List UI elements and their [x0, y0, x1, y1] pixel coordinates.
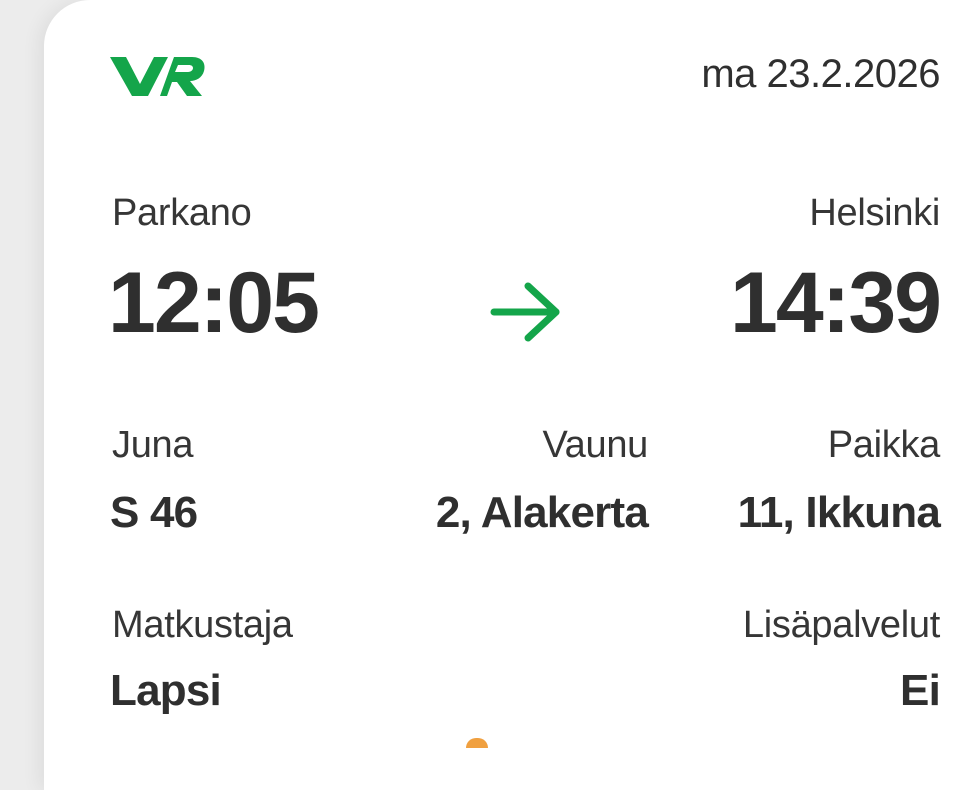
car-value: 2, Alakerta — [435, 488, 649, 537]
travel-date: ma 23.2.2026 — [701, 52, 940, 96]
seat-label: Paikka — [827, 424, 941, 466]
departure-time: 12:05 — [108, 255, 320, 351]
seat-value: 11, Ikkuna — [737, 488, 941, 537]
to-station: Helsinki — [809, 192, 940, 234]
arrow-right-icon — [490, 282, 560, 342]
extras-value: Ei — [900, 666, 941, 715]
arrival-time: 14:39 — [730, 255, 942, 351]
vr-logo — [110, 57, 205, 96]
car-label: Vaunu — [542, 424, 648, 466]
passenger-value: Lapsi — [110, 666, 222, 715]
from-station: Parkano — [112, 192, 252, 234]
train-value: S 46 — [110, 488, 198, 537]
train-label: Juna — [112, 424, 194, 466]
passenger-label: Matkustaja — [112, 604, 293, 646]
extras-label: Lisäpalvelut — [742, 604, 940, 646]
